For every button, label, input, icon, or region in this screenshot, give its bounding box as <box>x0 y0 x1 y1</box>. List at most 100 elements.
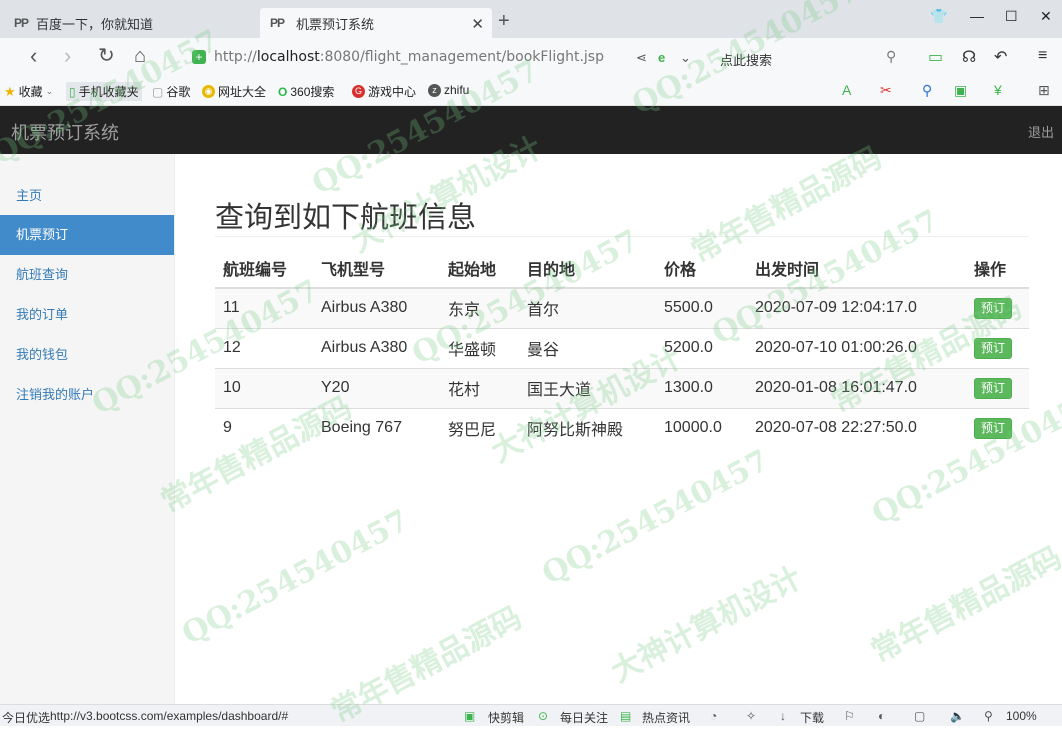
refresh-icon[interactable]: ↻ <box>98 44 115 68</box>
cell-flight-id: 12 <box>215 327 313 368</box>
sidebar-item-flight-search[interactable]: 航班查询 <box>0 255 174 295</box>
browser-tab-flight[interactable]: PP 机票预订系统 ✕ <box>260 8 492 38</box>
cell-aircraft: Airbus A380 <box>313 327 440 368</box>
table-row: 11 Airbus A380 东京 首尔 5500.0 2020-07-09 1… <box>215 287 1029 328</box>
book-button[interactable]: 预订 <box>974 417 1013 439</box>
bookmark-favorites[interactable]: ★ 收藏 ⌄ <box>4 83 53 100</box>
cell-price: 5200.0 <box>656 327 747 368</box>
book-button[interactable]: 预订 <box>974 297 1013 319</box>
sound-icon[interactable]: 🔈 <box>950 709 965 723</box>
grid-icon[interactable]: ⊞ <box>1038 82 1050 99</box>
zoom-icon: ⚲ <box>984 709 993 723</box>
url-text: http://localhost:8080/flight_management/… <box>214 49 604 65</box>
undo-icon[interactable]: ↶ <box>994 47 1007 67</box>
flight-table: 航班编号 飞机型号 起始地 目的地 价格 出发时间 操作 11 Airbus A… <box>215 248 1029 448</box>
status-item-download[interactable]: 下载 <box>800 709 824 726</box>
cell-flight-id: 11 <box>215 287 313 328</box>
bookmark-360[interactable]: O 360搜索 <box>278 83 334 100</box>
browser-mode-icon[interactable]: ◐ <box>878 709 885 723</box>
speed-icon[interactable]: ◔ <box>710 709 717 723</box>
cell-action: 预订 <box>966 407 1029 448</box>
bookmark-hao[interactable]: ◉ 网址大全 <box>202 83 266 100</box>
wallet-icon[interactable]: ¥ <box>994 82 1002 98</box>
book-button[interactable]: 预订 <box>974 377 1013 399</box>
play-circle-icon: ⊙ <box>538 709 549 723</box>
cell-flight-id: 9 <box>215 407 313 448</box>
pin-icon[interactable]: ✧ <box>746 709 756 723</box>
sidebar-item-my-orders[interactable]: 我的订单 <box>0 295 174 335</box>
scissors-icon[interactable]: ✂ <box>880 82 892 99</box>
sidebar: 主页 机票预订 航班查询 我的订单 我的钱包 注销我的账户 <box>0 154 175 704</box>
status-item-daily-focus[interactable]: 每日关注 <box>560 709 608 726</box>
address-bar[interactable]: + http://localhost:8080/flight_managemen… <box>192 44 700 70</box>
app-brand[interactable]: 机票预订系统 <box>11 119 119 145</box>
ie-engine-icon[interactable]: e <box>658 50 665 65</box>
cell-origin: 努巴尼 <box>440 407 519 448</box>
close-window-icon[interactable]: ✕ <box>1040 8 1052 25</box>
bookmark-google[interactable]: ▢ 谷歌 <box>152 83 190 100</box>
search-input[interactable]: 点此搜索 <box>720 50 772 69</box>
cell-action: 预订 <box>966 287 1029 328</box>
gamepad-icon[interactable]: ▣ <box>954 82 967 99</box>
headphone-icon[interactable]: ☊ <box>962 47 976 67</box>
battery-icon[interactable]: ▭ <box>928 47 943 67</box>
sidebar-item-my-wallet[interactable]: 我的钱包 <box>0 335 174 375</box>
app-navbar: 机票预订系统 退出 <box>0 106 1062 154</box>
home-icon[interactable]: ⌂ <box>134 44 146 68</box>
browser-status-bar: 今日优选 http://v3.bootcss.com/examples/dash… <box>0 704 1062 726</box>
tab-title: 机票预订系统 <box>296 16 375 32</box>
cell-price: 5500.0 <box>656 287 747 328</box>
minimize-icon[interactable]: — <box>970 8 984 24</box>
status-item-video-edit[interactable]: 快剪辑 <box>488 709 524 726</box>
cell-origin: 华盛顿 <box>440 327 519 368</box>
browser-nav-bar: ‹ › ↻ ⌂ + http://localhost:8080/flight_m… <box>0 38 1062 76</box>
bookmark-mobile[interactable]: ▯ 手机收藏夹 <box>66 82 142 101</box>
logout-link[interactable]: 退出 <box>1028 122 1054 141</box>
skin-icon[interactable]: 👕 <box>930 8 947 25</box>
share-icon[interactable]: ⋖ <box>636 50 647 66</box>
browser-tab-bar: PP 百度一下，你就知道 PP 机票预订系统 ✕ + 👕 — ☐ ✕ <box>0 0 1062 38</box>
status-left-label[interactable]: 今日优选 <box>2 709 50 726</box>
video-edit-icon: ▣ <box>464 709 476 723</box>
zoom-level[interactable]: 100% <box>1006 709 1037 723</box>
cell-aircraft: Y20 <box>313 367 440 408</box>
tab-title: 百度一下，你就知道 <box>36 16 154 32</box>
cell-departure-time: 2020-07-10 01:00:26.0 <box>747 327 966 368</box>
cell-flight-id: 10 <box>215 367 313 408</box>
sidebar-item-delete-account[interactable]: 注销我的账户 <box>0 375 174 415</box>
window-icon[interactable]: ▢ <box>914 709 925 723</box>
cell-price: 10000.0 <box>656 407 747 448</box>
back-icon[interactable]: ‹ <box>30 44 37 68</box>
flag-icon[interactable]: ⚐ <box>844 709 855 723</box>
magnifier-icon[interactable]: ⚲ <box>922 82 932 99</box>
book-button[interactable]: 预订 <box>974 337 1013 359</box>
game-icon: G <box>352 85 365 98</box>
browser-tab-baidu[interactable]: PP 百度一下，你就知道 <box>0 8 258 38</box>
bookmark-games[interactable]: G 游戏中心 <box>352 83 416 100</box>
status-url: http://v3.bootcss.com/examples/dashboard… <box>50 709 289 723</box>
cell-destination: 阿努比斯神殿 <box>519 407 656 448</box>
menu-icon[interactable]: ≡ <box>1038 47 1047 65</box>
table-row: 9 Boeing 767 努巴尼 阿努比斯神殿 10000.0 2020-07-… <box>215 407 1029 448</box>
cell-action: 预订 <box>966 327 1029 368</box>
close-tab-icon[interactable]: ✕ <box>471 15 484 33</box>
new-tab-icon[interactable]: + <box>498 10 510 33</box>
cell-price: 1300.0 <box>656 367 747 408</box>
paw-icon: PP <box>14 16 29 30</box>
cell-aircraft: Airbus A380 <box>313 287 440 328</box>
bookmark-zhifu[interactable]: z zhifu <box>428 83 469 97</box>
forward-icon[interactable]: › <box>64 44 71 68</box>
main-content: 查询到如下航班信息 航班编号 飞机型号 起始地 目的地 价格 出发时间 操作 1… <box>175 154 1062 704</box>
cell-destination: 国王大道 <box>519 367 656 408</box>
status-item-hot-news[interactable]: 热点资讯 <box>642 709 690 726</box>
translate-icon[interactable]: A <box>842 82 851 98</box>
search-icon[interactable]: ⚲ <box>886 48 896 65</box>
sidebar-item-home[interactable]: 主页 <box>0 176 174 216</box>
header-departure-time: 出发时间 <box>747 248 966 289</box>
maximize-icon[interactable]: ☐ <box>1005 8 1018 25</box>
sidebar-item-book-ticket[interactable]: 机票预订 <box>0 215 174 255</box>
table-row: 10 Y20 花村 国王大道 1300.0 2020-01-08 16:01:4… <box>215 367 1029 408</box>
header-flight-id: 航班编号 <box>215 248 313 289</box>
chevron-down-icon[interactable]: ⌄ <box>680 50 691 66</box>
table-row: 12 Airbus A380 华盛顿 曼谷 5200.0 2020-07-10 … <box>215 327 1029 368</box>
